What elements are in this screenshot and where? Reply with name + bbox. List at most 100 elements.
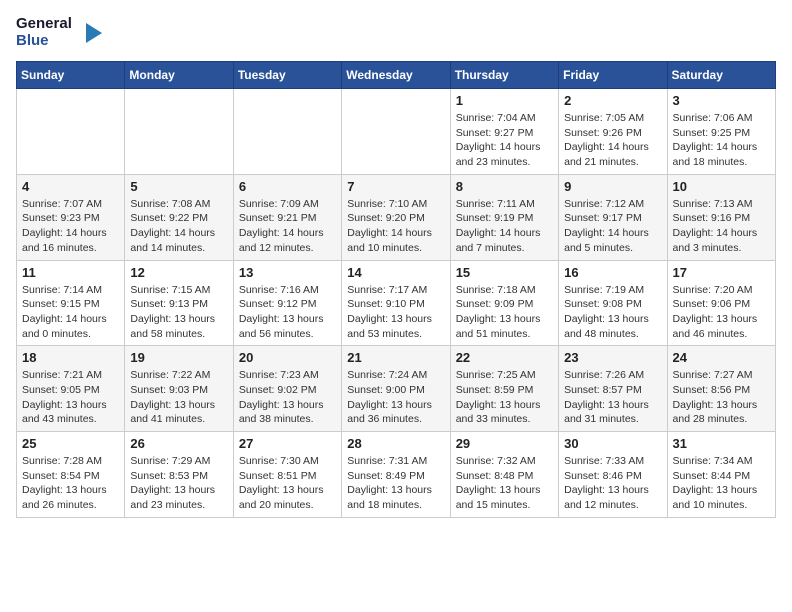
day-info: Sunrise: 7:22 AM Sunset: 9:03 PM Dayligh… bbox=[130, 368, 227, 427]
calendar-cell: 5 Sunrise: 7:08 AM Sunset: 9:22 PM Daylig… bbox=[125, 174, 233, 260]
day-number: 22 bbox=[456, 350, 553, 365]
day-info: Sunrise: 7:16 AM Sunset: 9:12 PM Dayligh… bbox=[239, 283, 336, 342]
day-number: 29 bbox=[456, 436, 553, 451]
day-info: Sunrise: 7:11 AM Sunset: 9:19 PM Dayligh… bbox=[456, 197, 553, 256]
logo-text: General Blue bbox=[16, 16, 72, 49]
calendar-cell bbox=[125, 89, 233, 175]
day-number: 18 bbox=[22, 350, 119, 365]
day-number: 20 bbox=[239, 350, 336, 365]
weekday-header-cell: Monday bbox=[125, 62, 233, 89]
calendar-cell: 16Sunrise: 7:19 AM Sunset: 9:08 PM Dayli… bbox=[559, 260, 667, 346]
calendar-cell: 19 Sunrise: 7:22 AM Sunset: 9:03 PM Dayli… bbox=[125, 346, 233, 432]
day-info: Sunrise: 7:31 AM Sunset: 8:49 PM Dayligh… bbox=[347, 454, 444, 513]
calendar-cell: 20 Sunrise: 7:23 AM Sunset: 9:02 PM Dayli… bbox=[233, 346, 341, 432]
calendar-cell: 27Sunrise: 7:30 AM Sunset: 8:51 PM Dayli… bbox=[233, 432, 341, 518]
day-info: Sunrise: 7:21 AM Sunset: 9:05 PM Dayligh… bbox=[22, 368, 119, 427]
calendar-cell: 12 Sunrise: 7:15 AM Sunset: 9:13 PM Dayli… bbox=[125, 260, 233, 346]
calendar-cell: 28 Sunrise: 7:31 AM Sunset: 8:49 PM Dayli… bbox=[342, 432, 450, 518]
day-number: 6 bbox=[239, 179, 336, 194]
calendar-body: 1 Sunrise: 7:04 AM Sunset: 9:27 PM Daylig… bbox=[17, 89, 776, 518]
day-info: Sunrise: 7:06 AM Sunset: 9:25 PM Dayligh… bbox=[673, 111, 770, 170]
page-header: General Blue bbox=[16, 16, 776, 49]
calendar-table: SundayMondayTuesdayWednesdayThursdayFrid… bbox=[16, 61, 776, 518]
calendar-cell: 21Sunrise: 7:24 AM Sunset: 9:00 PM Dayli… bbox=[342, 346, 450, 432]
day-number: 8 bbox=[456, 179, 553, 194]
day-info: Sunrise: 7:05 AM Sunset: 9:26 PM Dayligh… bbox=[564, 111, 661, 170]
day-number: 14 bbox=[347, 265, 444, 280]
calendar-cell: 3Sunrise: 7:06 AM Sunset: 9:25 PM Daylig… bbox=[667, 89, 775, 175]
day-number: 2 bbox=[564, 93, 661, 108]
calendar-cell bbox=[342, 89, 450, 175]
day-number: 28 bbox=[347, 436, 444, 451]
day-info: Sunrise: 7:12 AM Sunset: 9:17 PM Dayligh… bbox=[564, 197, 661, 256]
calendar-week-row: 25 Sunrise: 7:28 AM Sunset: 8:54 PM Dayli… bbox=[17, 432, 776, 518]
day-info: Sunrise: 7:29 AM Sunset: 8:53 PM Dayligh… bbox=[130, 454, 227, 513]
day-info: Sunrise: 7:27 AM Sunset: 8:56 PM Dayligh… bbox=[673, 368, 770, 427]
calendar-cell: 29Sunrise: 7:32 AM Sunset: 8:48 PM Dayli… bbox=[450, 432, 558, 518]
calendar-cell: 4 Sunrise: 7:07 AM Sunset: 9:23 PM Daylig… bbox=[17, 174, 125, 260]
calendar-cell: 8 Sunrise: 7:11 AM Sunset: 9:19 PM Daylig… bbox=[450, 174, 558, 260]
calendar-cell: 10 Sunrise: 7:13 AM Sunset: 9:16 PM Dayli… bbox=[667, 174, 775, 260]
weekday-header-row: SundayMondayTuesdayWednesdayThursdayFrid… bbox=[17, 62, 776, 89]
day-info: Sunrise: 7:28 AM Sunset: 8:54 PM Dayligh… bbox=[22, 454, 119, 513]
day-info: Sunrise: 7:13 AM Sunset: 9:16 PM Dayligh… bbox=[673, 197, 770, 256]
calendar-cell: 11 Sunrise: 7:14 AM Sunset: 9:15 PM Dayli… bbox=[17, 260, 125, 346]
day-number: 7 bbox=[347, 179, 444, 194]
day-number: 10 bbox=[673, 179, 770, 194]
day-number: 9 bbox=[564, 179, 661, 194]
day-info: Sunrise: 7:33 AM Sunset: 8:46 PM Dayligh… bbox=[564, 454, 661, 513]
weekday-header-cell: Wednesday bbox=[342, 62, 450, 89]
day-info: Sunrise: 7:25 AM Sunset: 8:59 PM Dayligh… bbox=[456, 368, 553, 427]
calendar-week-row: 11 Sunrise: 7:14 AM Sunset: 9:15 PM Dayli… bbox=[17, 260, 776, 346]
calendar-cell: 23 Sunrise: 7:26 AM Sunset: 8:57 PM Dayli… bbox=[559, 346, 667, 432]
weekday-header-cell: Saturday bbox=[667, 62, 775, 89]
calendar-cell bbox=[233, 89, 341, 175]
day-number: 19 bbox=[130, 350, 227, 365]
day-info: Sunrise: 7:24 AM Sunset: 9:00 PM Dayligh… bbox=[347, 368, 444, 427]
calendar-cell: 30 Sunrise: 7:33 AM Sunset: 8:46 PM Dayli… bbox=[559, 432, 667, 518]
calendar-cell: 6 Sunrise: 7:09 AM Sunset: 9:21 PM Daylig… bbox=[233, 174, 341, 260]
calendar-cell: 25 Sunrise: 7:28 AM Sunset: 8:54 PM Dayli… bbox=[17, 432, 125, 518]
day-info: Sunrise: 7:18 AM Sunset: 9:09 PM Dayligh… bbox=[456, 283, 553, 342]
day-number: 15 bbox=[456, 265, 553, 280]
calendar-cell: 9 Sunrise: 7:12 AM Sunset: 9:17 PM Daylig… bbox=[559, 174, 667, 260]
day-info: Sunrise: 7:15 AM Sunset: 9:13 PM Dayligh… bbox=[130, 283, 227, 342]
day-number: 27 bbox=[239, 436, 336, 451]
weekday-header-cell: Sunday bbox=[17, 62, 125, 89]
day-info: Sunrise: 7:10 AM Sunset: 9:20 PM Dayligh… bbox=[347, 197, 444, 256]
day-number: 25 bbox=[22, 436, 119, 451]
day-info: Sunrise: 7:07 AM Sunset: 9:23 PM Dayligh… bbox=[22, 197, 119, 256]
weekday-header-cell: Tuesday bbox=[233, 62, 341, 89]
day-info: Sunrise: 7:08 AM Sunset: 9:22 PM Dayligh… bbox=[130, 197, 227, 256]
day-info: Sunrise: 7:09 AM Sunset: 9:21 PM Dayligh… bbox=[239, 197, 336, 256]
day-number: 30 bbox=[564, 436, 661, 451]
day-info: Sunrise: 7:14 AM Sunset: 9:15 PM Dayligh… bbox=[22, 283, 119, 342]
day-number: 23 bbox=[564, 350, 661, 365]
calendar-cell: 24 Sunrise: 7:27 AM Sunset: 8:56 PM Dayli… bbox=[667, 346, 775, 432]
calendar-cell: 15 Sunrise: 7:18 AM Sunset: 9:09 PM Dayli… bbox=[450, 260, 558, 346]
day-number: 17 bbox=[673, 265, 770, 280]
calendar-cell: 22 Sunrise: 7:25 AM Sunset: 8:59 PM Dayli… bbox=[450, 346, 558, 432]
day-number: 12 bbox=[130, 265, 227, 280]
day-info: Sunrise: 7:19 AM Sunset: 9:08 PM Dayligh… bbox=[564, 283, 661, 342]
day-number: 4 bbox=[22, 179, 119, 194]
day-number: 26 bbox=[130, 436, 227, 451]
day-number: 11 bbox=[22, 265, 119, 280]
day-number: 31 bbox=[673, 436, 770, 451]
calendar-cell: 2 Sunrise: 7:05 AM Sunset: 9:26 PM Daylig… bbox=[559, 89, 667, 175]
day-number: 24 bbox=[673, 350, 770, 365]
calendar-week-row: 18 Sunrise: 7:21 AM Sunset: 9:05 PM Dayli… bbox=[17, 346, 776, 432]
day-info: Sunrise: 7:26 AM Sunset: 8:57 PM Dayligh… bbox=[564, 368, 661, 427]
day-info: Sunrise: 7:23 AM Sunset: 9:02 PM Dayligh… bbox=[239, 368, 336, 427]
weekday-header-cell: Friday bbox=[559, 62, 667, 89]
calendar-cell: 14Sunrise: 7:17 AM Sunset: 9:10 PM Dayli… bbox=[342, 260, 450, 346]
calendar-week-row: 1 Sunrise: 7:04 AM Sunset: 9:27 PM Daylig… bbox=[17, 89, 776, 175]
day-info: Sunrise: 7:20 AM Sunset: 9:06 PM Dayligh… bbox=[673, 283, 770, 342]
calendar-cell: 18 Sunrise: 7:21 AM Sunset: 9:05 PM Dayli… bbox=[17, 346, 125, 432]
day-info: Sunrise: 7:04 AM Sunset: 9:27 PM Dayligh… bbox=[456, 111, 553, 170]
day-number: 1 bbox=[456, 93, 553, 108]
day-number: 5 bbox=[130, 179, 227, 194]
weekday-header-cell: Thursday bbox=[450, 62, 558, 89]
calendar-cell bbox=[17, 89, 125, 175]
calendar-cell: 7 Sunrise: 7:10 AM Sunset: 9:20 PM Daylig… bbox=[342, 174, 450, 260]
